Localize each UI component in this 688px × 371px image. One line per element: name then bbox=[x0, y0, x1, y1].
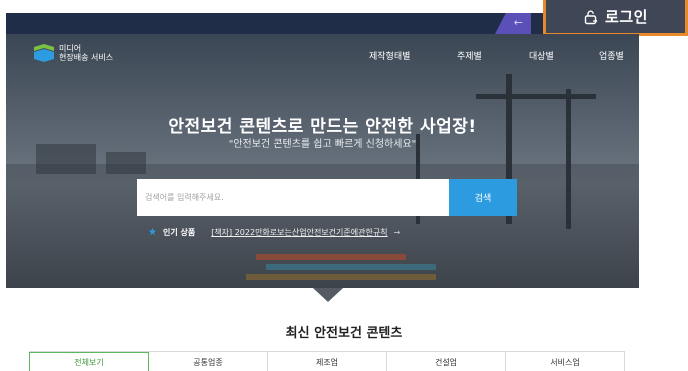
search-button[interactable]: 검색 bbox=[449, 179, 517, 216]
login-label: 로그인 bbox=[605, 8, 648, 26]
nav-item-audience[interactable]: 대상별 bbox=[529, 49, 554, 62]
brand-line2: 현장배송 서비스 bbox=[59, 53, 114, 62]
nav-item-topic[interactable]: 주제별 bbox=[457, 49, 482, 62]
back-arrow-icon[interactable]: ← bbox=[514, 16, 523, 29]
search-bar: 검색 bbox=[137, 179, 517, 216]
scroll-down-icon[interactable] bbox=[313, 288, 343, 302]
container-row bbox=[246, 274, 436, 280]
brand-line1: 미디어 bbox=[59, 44, 82, 53]
hero-subtitle: "안전보건 콘텐츠를 쉽고 빠르게 신청하세요" bbox=[228, 139, 417, 150]
hero-title: 안전보건 콘텐츠로 만드는 안전한 사업장! bbox=[168, 117, 477, 137]
crane-silhouette bbox=[476, 94, 596, 99]
star-icon: ★ bbox=[148, 227, 157, 238]
popular-products: ★ 인기 상품 [책자] 2022만화로보는산업안전보건기준에관한규칙 → bbox=[148, 227, 400, 238]
login-lock-icon bbox=[584, 10, 598, 24]
popular-label: 인기 상품 bbox=[162, 228, 196, 237]
category-tabs: 전체보기 공통업종 제조업 건설업 서비스업 bbox=[29, 351, 625, 371]
hero-banner: 미디어 현장배송 서비스 제작형태별 주제별 대상별 업종별 안전보건 콘텐츠로… bbox=[6, 34, 639, 288]
container-row bbox=[266, 264, 436, 270]
section-title: 최신 안전보건 콘텐츠 bbox=[285, 326, 403, 341]
tab-service[interactable]: 서비스업 bbox=[506, 352, 625, 371]
tab-common-industry[interactable]: 공통업종 bbox=[149, 352, 268, 371]
tab-all[interactable]: 전체보기 bbox=[29, 352, 149, 371]
brand-text: 미디어 현장배송 서비스 bbox=[59, 44, 113, 62]
site-brand[interactable]: 미디어 현장배송 서비스 bbox=[34, 44, 113, 62]
login-button[interactable]: 로그인 bbox=[543, 0, 688, 36]
nav-item-industry[interactable]: 업종별 bbox=[599, 49, 624, 62]
container-row bbox=[256, 254, 406, 260]
tab-manufacturing[interactable]: 제조업 bbox=[268, 352, 387, 371]
tab-construction[interactable]: 건설업 bbox=[387, 352, 506, 371]
nav-item-production-type[interactable]: 제작형태별 bbox=[369, 49, 410, 62]
arrow-right-icon[interactable]: → bbox=[394, 228, 401, 237]
search-input[interactable] bbox=[137, 179, 449, 216]
popular-product-link[interactable]: [책자] 2022만화로보는산업안전보건기준에관한규칙 bbox=[211, 227, 387, 238]
brand-logo-icon bbox=[34, 44, 54, 62]
crane-silhouette bbox=[566, 89, 571, 229]
building-silhouette bbox=[106, 152, 146, 174]
